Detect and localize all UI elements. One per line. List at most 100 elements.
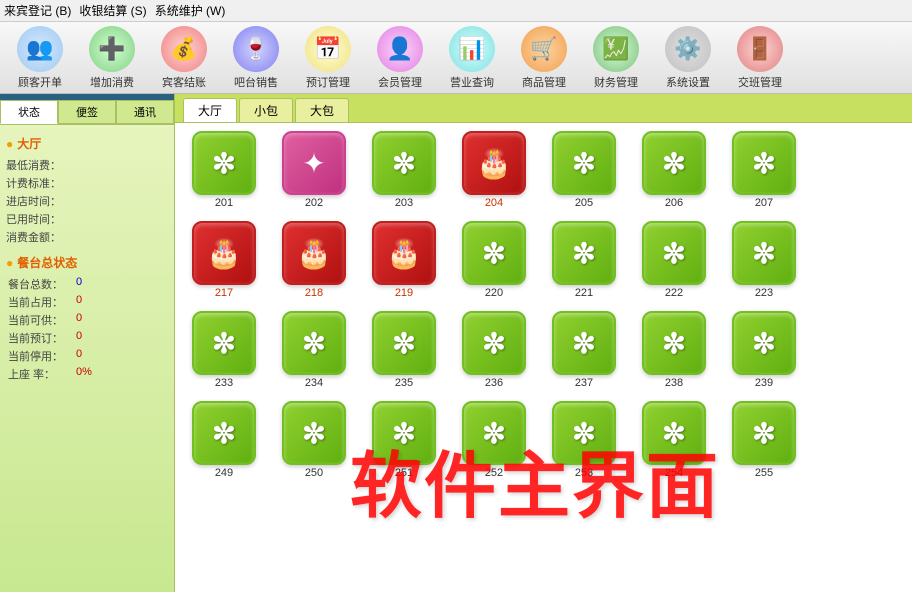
- table-cell-223: ✼ 223: [723, 221, 805, 299]
- guest-open-label: 顾客开单: [18, 74, 62, 90]
- table-icon-205[interactable]: ✼: [552, 131, 616, 195]
- main-layout: 状态 便签 通讯 大厅 最低消费： 计费标准： 进店时间： 已用时间：: [0, 94, 912, 592]
- table-num-233: 233: [215, 377, 233, 389]
- table-cell-249: ✼ 249: [183, 401, 265, 479]
- goods-icon: 🛒: [521, 26, 567, 72]
- occupied-tables: 当前占用： 0: [6, 293, 168, 311]
- table-icon-206[interactable]: ✼: [642, 131, 706, 195]
- info-billing: 计费标准：: [6, 174, 168, 192]
- table-icon-255[interactable]: ✼: [732, 401, 796, 465]
- status-title: 餐台总状态: [6, 254, 168, 271]
- table-num-249: 249: [215, 467, 233, 479]
- table-num-205: 205: [575, 197, 593, 209]
- area-tabs: 大厅 小包 大包: [175, 94, 912, 123]
- tab-status[interactable]: 状态: [0, 100, 58, 124]
- table-icon-233[interactable]: ✼: [192, 311, 256, 375]
- tab-comms[interactable]: 通讯: [116, 100, 174, 124]
- table-icon-219[interactable]: 🎂: [372, 221, 436, 285]
- area-tab-hall[interactable]: 大厅: [183, 98, 237, 122]
- table-icon-203[interactable]: ✼: [372, 131, 436, 195]
- table-icon-254[interactable]: ✼: [642, 401, 706, 465]
- system-label: 系统设置: [666, 74, 710, 90]
- toolbar-btn-member[interactable]: 👤会员管理: [368, 26, 432, 90]
- area-tab-small[interactable]: 小包: [239, 98, 293, 122]
- toolbar-btn-guest-open[interactable]: 👥顾客开单: [8, 26, 72, 90]
- table-cell-202: ✦202: [273, 131, 355, 209]
- total-tables: 餐台总数： 0: [6, 275, 168, 293]
- table-icon-239[interactable]: ✼: [732, 311, 796, 375]
- table-icon-217[interactable]: 🎂: [192, 221, 256, 285]
- table-icon-218[interactable]: 🎂: [282, 221, 346, 285]
- table-num-253: 253: [575, 467, 593, 479]
- table-cell-218: 🎂 218: [273, 221, 355, 299]
- reservation-icon: 📅: [305, 26, 351, 72]
- toolbar-btn-add-consume[interactable]: ➕增加消费: [80, 26, 144, 90]
- table-icon-204[interactable]: 🎂: [462, 131, 526, 195]
- tab-notes[interactable]: 便签: [58, 100, 116, 124]
- table-cell-234: ✼234: [273, 311, 355, 389]
- menu-cashier[interactable]: 收银结算 (S): [79, 2, 146, 19]
- right-panel: 大厅 小包 大包 ✼201✦202✼203🎂204✼205✼206✼207🎂21…: [175, 94, 912, 592]
- table-icon-222[interactable]: ✼: [642, 221, 706, 285]
- table-num-206: 206: [665, 197, 683, 209]
- table-num-239: 239: [755, 377, 773, 389]
- table-row-3: ✼249✼250✼251✼252✼253✼254✼255: [183, 401, 904, 479]
- table-cell-221: ✼221: [543, 221, 625, 299]
- finance-label: 财务管理: [594, 74, 638, 90]
- bar-sell-label: 吧台销售: [234, 74, 278, 90]
- member-icon: 👤: [377, 26, 423, 72]
- toolbar: 👥顾客开单➕增加消费💰宾客结账🍷吧台销售 📅 预订管理 👤会员管理📊营业查询 🛒 商品管理…: [0, 22, 912, 94]
- table-icon-250[interactable]: ✼: [282, 401, 346, 465]
- table-num-236: 236: [485, 377, 503, 389]
- area-tab-large[interactable]: 大包: [295, 98, 349, 122]
- table-num-218: 218: [305, 287, 323, 299]
- table-cell-251: ✼251: [363, 401, 445, 479]
- toolbar-btn-exchange[interactable]: 🚪交班管理: [728, 26, 792, 90]
- table-icon-237[interactable]: ✼: [552, 311, 616, 375]
- table-cell-254: ✼254: [633, 401, 715, 479]
- business-label: 营业查询: [450, 74, 494, 90]
- table-cell-206: ✼ 206: [633, 131, 715, 209]
- table-num-223: 223: [755, 287, 773, 299]
- info-elapsed: 已用时间：: [6, 210, 168, 228]
- table-icon-249[interactable]: ✼: [192, 401, 256, 465]
- table-icon-253[interactable]: ✼: [552, 401, 616, 465]
- table-icon-221[interactable]: ✼: [552, 221, 616, 285]
- toolbar-btn-reservation[interactable]: 📅 预订管理: [296, 26, 360, 90]
- system-icon: ⚙️: [665, 26, 711, 72]
- table-icon-251[interactable]: ✼: [372, 401, 436, 465]
- toolbar-btn-system[interactable]: ⚙️ 系统设置: [656, 26, 720, 90]
- table-icon-202[interactable]: ✦: [282, 131, 346, 195]
- toolbar-btn-goods[interactable]: 🛒 商品管理: [512, 26, 576, 90]
- table-icon-207[interactable]: ✼: [732, 131, 796, 195]
- toolbar-btn-bar-sell[interactable]: 🍷吧台销售: [224, 26, 288, 90]
- toolbar-btn-checkout[interactable]: 💰宾客结账: [152, 26, 216, 90]
- menu-guest[interactable]: 来宾登记 (B): [4, 2, 71, 19]
- table-icon-236[interactable]: ✼: [462, 311, 526, 375]
- toolbar-btn-business[interactable]: 📊营业查询: [440, 26, 504, 90]
- table-cell-220: ✼220: [453, 221, 535, 299]
- checkout-icon: 💰: [161, 26, 207, 72]
- info-amount: 消费金额：: [6, 228, 168, 246]
- table-cell-204: 🎂204: [453, 131, 535, 209]
- left-panel: 状态 便签 通讯 大厅 最低消费： 计费标准： 进店时间： 已用时间：: [0, 94, 175, 592]
- available-tables: 当前可供： 0: [6, 311, 168, 329]
- reservation-label: 预订管理: [306, 74, 350, 90]
- table-icon-235[interactable]: ✼: [372, 311, 436, 375]
- table-icon-234[interactable]: ✼: [282, 311, 346, 375]
- menu-system[interactable]: 系统维护 (W): [155, 2, 226, 19]
- goods-label: 商品管理: [522, 74, 566, 90]
- table-icon-238[interactable]: ✼: [642, 311, 706, 375]
- table-num-219: 219: [395, 287, 413, 299]
- table-num-201: 201: [215, 197, 233, 209]
- table-icon-220[interactable]: ✼: [462, 221, 526, 285]
- occupancy-rate: 上座 率： 0%: [6, 365, 168, 383]
- info-checkin: 进店时间：: [6, 192, 168, 210]
- table-icon-252[interactable]: ✼: [462, 401, 526, 465]
- table-num-238: 238: [665, 377, 683, 389]
- table-num-250: 250: [305, 467, 323, 479]
- table-icon-201[interactable]: ✼: [192, 131, 256, 195]
- table-cell-233: ✼ 233: [183, 311, 265, 389]
- toolbar-btn-finance[interactable]: 💹财务管理: [584, 26, 648, 90]
- table-icon-223[interactable]: ✼: [732, 221, 796, 285]
